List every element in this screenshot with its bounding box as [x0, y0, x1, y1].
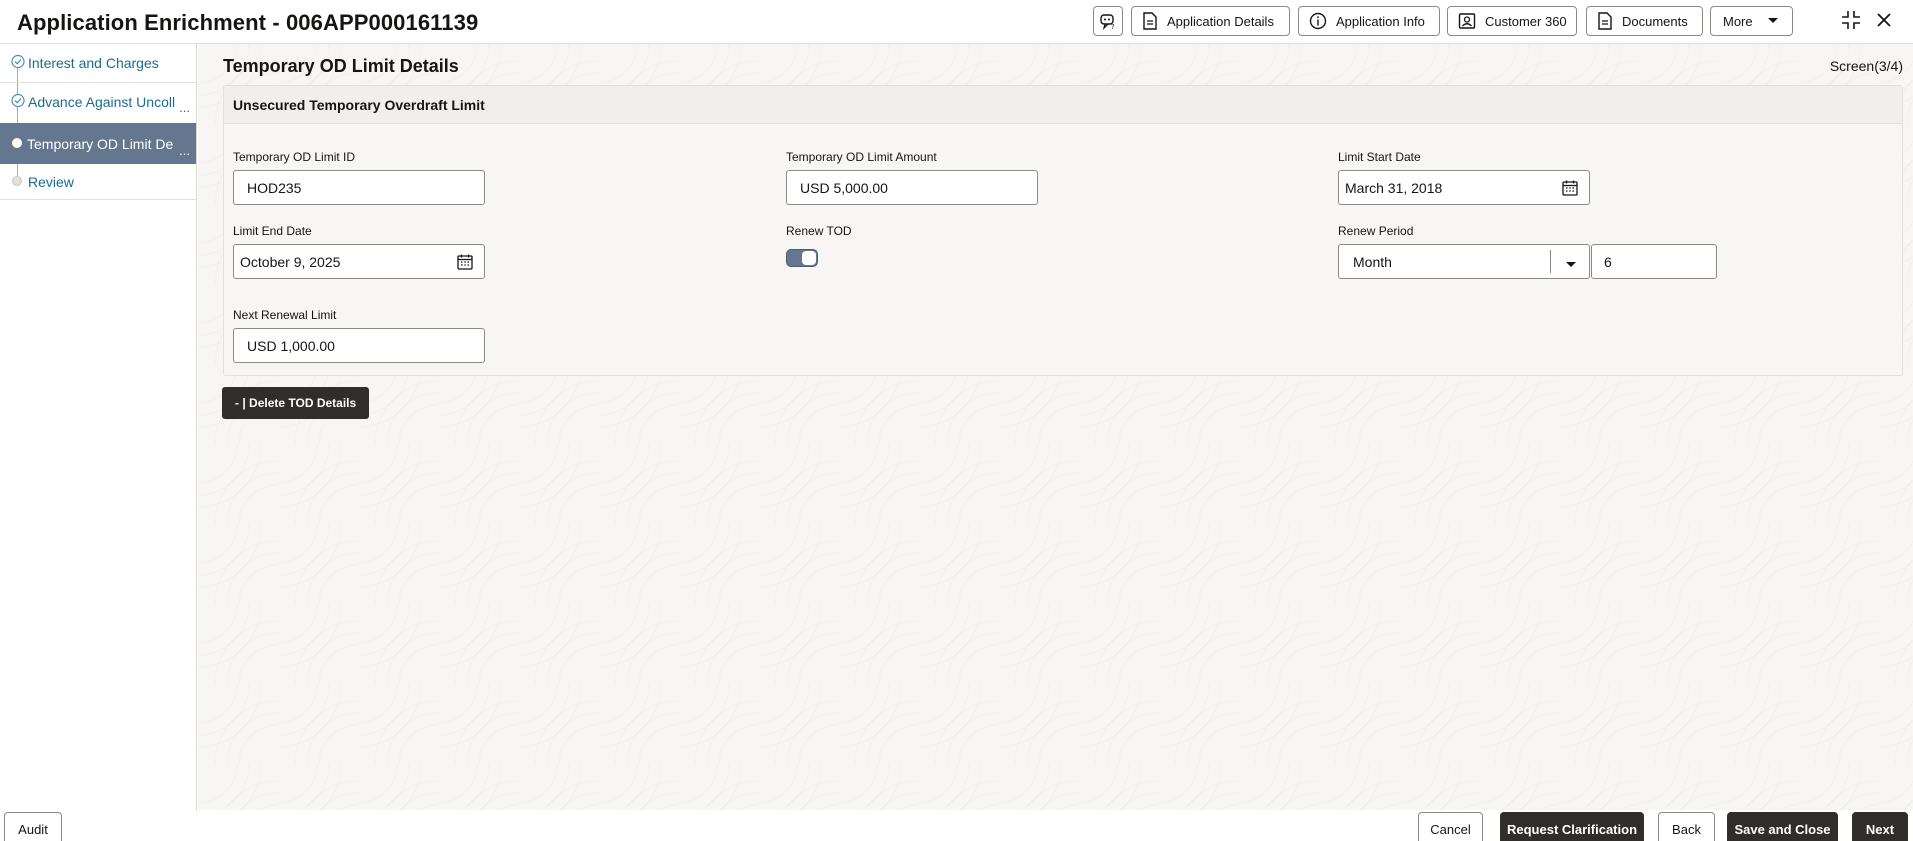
- limit-id-input[interactable]: HOD235: [233, 170, 485, 205]
- renew-period-count-input[interactable]: 6: [1591, 244, 1717, 279]
- limit-id-label: Temporary OD Limit ID: [233, 150, 356, 164]
- customer-360-label: Customer 360: [1485, 13, 1567, 29]
- sidebar-step-advance-against-uncollected[interactable]: Advance Against Uncoll ...: [0, 83, 196, 121]
- limit-amount-input[interactable]: USD 5,000.00: [786, 170, 1038, 205]
- calendar-icon[interactable]: [1561, 179, 1579, 200]
- renew-tod-label: Renew TOD: [786, 224, 852, 238]
- assistant-icon: ?: [1099, 12, 1117, 30]
- more-label: More: [1723, 13, 1753, 29]
- renew-period-unit-value: Month: [1353, 253, 1392, 270]
- switch-knob: [802, 251, 816, 265]
- limit-amount-label: Temporary OD Limit Amount: [786, 150, 937, 164]
- next-renewal-limit-value: USD 1,000.00: [247, 337, 335, 354]
- check-circle-icon: [11, 93, 25, 111]
- collapse-button[interactable]: [1838, 9, 1864, 35]
- app-header: Application Enrichment - 006APP000161139…: [0, 0, 1913, 44]
- limit-id-value: HOD235: [247, 179, 302, 196]
- collapse-icon: [1840, 9, 1862, 36]
- svg-text:?: ?: [1111, 23, 1115, 30]
- renew-tod-switch[interactable]: [786, 249, 818, 267]
- next-renewal-limit-input[interactable]: USD 1,000.00: [233, 328, 485, 363]
- start-date-input[interactable]: March 31, 2018: [1338, 170, 1590, 205]
- save-and-close-button[interactable]: Save and Close: [1727, 812, 1838, 841]
- document-icon: [1142, 12, 1158, 30]
- step-label: Temporary OD Limit De: [27, 135, 174, 152]
- app-title: Application Enrichment - 006APP000161139: [17, 10, 479, 35]
- end-date-value: October 9, 2025: [240, 253, 341, 270]
- page-title: Temporary OD Limit Details: [223, 56, 459, 76]
- sidebar-step-temporary-od-limit[interactable]: Temporary OD Limit De ...: [0, 123, 196, 164]
- sidebar-step-interest-and-charges[interactable]: Interest and Charges: [0, 44, 196, 82]
- step-ellipsis: ...: [179, 143, 190, 158]
- caret-down-icon: [1565, 256, 1577, 272]
- sidebar-step-review[interactable]: Review: [0, 163, 196, 201]
- step-label: Review: [28, 174, 74, 190]
- renew-period-unit-select[interactable]: Month: [1338, 244, 1590, 279]
- customer-360-button[interactable]: Customer 360: [1447, 6, 1577, 36]
- contact-card-icon: [1458, 12, 1476, 30]
- documents-icon: [1597, 12, 1613, 30]
- delete-tod-details-button[interactable]: - | Delete TOD Details: [222, 387, 370, 419]
- cancel-button[interactable]: Cancel: [1418, 812, 1483, 841]
- tod-limit-section: Unsecured Temporary Overdraft Limit Temp…: [223, 85, 1903, 376]
- info-icon: [1309, 12, 1327, 30]
- application-info-label: Application Info: [1336, 13, 1425, 29]
- renew-period-label: Renew Period: [1338, 224, 1414, 238]
- train-stop-sidebar: Interest and Charges Advance Against Unc…: [0, 44, 197, 810]
- application-details-button[interactable]: Application Details: [1131, 6, 1290, 36]
- caret-down-icon: [1767, 17, 1779, 25]
- close-icon: [1875, 11, 1893, 34]
- documents-button[interactable]: Documents: [1586, 6, 1703, 36]
- end-date-input[interactable]: October 9, 2025: [233, 244, 485, 279]
- back-button[interactable]: Back: [1658, 812, 1715, 841]
- step-divider: [0, 199, 196, 200]
- section-title: Unsecured Temporary Overdraft Limit: [224, 86, 1902, 124]
- application-info-button[interactable]: Application Info: [1298, 6, 1440, 36]
- next-renewal-limit-label: Next Renewal Limit: [233, 308, 337, 322]
- step-label: Advance Against Uncoll: [28, 94, 176, 110]
- application-details-label: Application Details: [1167, 13, 1274, 29]
- next-button[interactable]: Next: [1852, 812, 1908, 841]
- end-date-label: Limit End Date: [233, 224, 312, 238]
- calendar-icon[interactable]: [456, 253, 474, 274]
- main-content: Temporary OD Limit Details Screen(3/4) U…: [198, 44, 1913, 810]
- limit-amount-value: USD 5,000.00: [800, 179, 888, 196]
- close-button[interactable]: [1871, 9, 1897, 35]
- select-divider: [1550, 250, 1551, 273]
- check-circle-icon: [11, 54, 25, 72]
- audit-button[interactable]: Audit: [4, 812, 62, 841]
- step-label: Interest and Charges: [28, 55, 159, 71]
- current-step-dot-icon: [11, 136, 23, 152]
- pending-step-dot-icon: [11, 174, 23, 190]
- documents-label: Documents: [1622, 13, 1688, 29]
- start-date-label: Limit Start Date: [1338, 150, 1421, 164]
- screen-count: Screen(3/4): [1829, 58, 1903, 74]
- step-ellipsis: ...: [179, 100, 190, 115]
- start-date-value: March 31, 2018: [1345, 179, 1443, 196]
- assistant-button[interactable]: ?: [1093, 6, 1123, 36]
- renew-period-count-value: 6: [1604, 253, 1612, 270]
- more-button[interactable]: More: [1710, 6, 1793, 36]
- request-clarification-button[interactable]: Request Clarification: [1500, 812, 1644, 841]
